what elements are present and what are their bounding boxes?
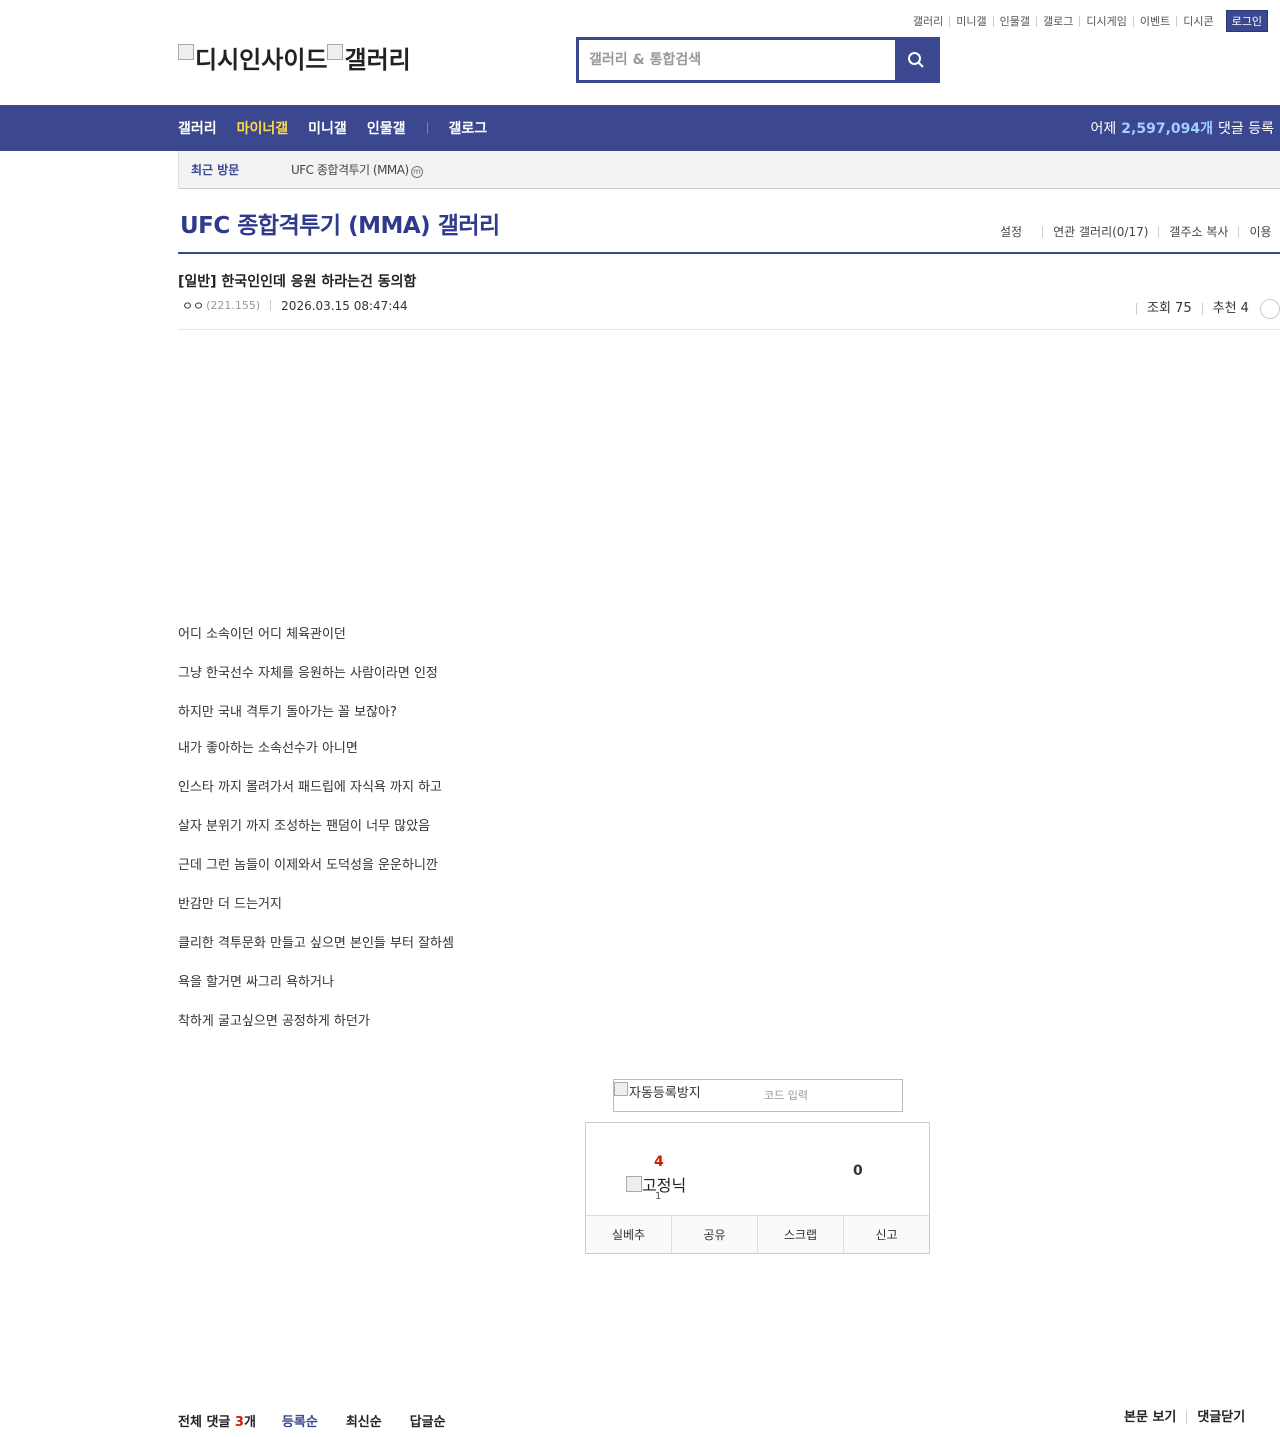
comment-count: 3 (234, 1415, 244, 1430)
meta-divider (270, 300, 272, 311)
toplink-dccon[interactable]: 디시콘 (1176, 15, 1219, 27)
close-comments-button[interactable]: 댓글닫기 (1186, 1411, 1255, 1424)
copy-gallery-url[interactable]: 갤주소 복사 (1158, 226, 1238, 238)
post-line: 클리한 격투문화 만들고 싶으면 본인들 부터 잘하셈 (178, 936, 454, 951)
recent-visits: 최근 방문 UFC 종합격투기 (MMA) m (178, 151, 1280, 189)
gallery-usage[interactable]: 이용 (1238, 226, 1280, 238)
site-logo[interactable]: 디시인사이드 갤러리 (178, 40, 411, 75)
scrap-button[interactable]: 스크랩 (757, 1216, 843, 1253)
broken-image-icon (178, 43, 194, 60)
more-options-icon[interactable] (1259, 299, 1280, 319)
post-line: 착하게 굴고싶으면 공정하게 하던가 (178, 1014, 370, 1029)
comment-total: 전체 댓글 3개 (178, 1415, 256, 1430)
logo-gallery: 갤러리 (327, 40, 411, 75)
post-divider (178, 329, 1280, 330)
post-recommends: 추천 4 (1201, 302, 1259, 315)
post-author-ip: (221.155) (206, 299, 261, 312)
search-button[interactable] (895, 40, 937, 80)
login-button[interactable]: 로그인 (1225, 10, 1268, 32)
recent-item[interactable]: UFC 종합격투기 (MMA) m (291, 161, 423, 178)
toplink-event[interactable]: 이벤트 (1132, 15, 1176, 27)
sort-replies[interactable]: 답글순 (410, 1411, 446, 1430)
search-input[interactable] (579, 40, 895, 80)
recommend-box: 4 고정닉 1 0 실베추 공유 스크랩 신고 (585, 1122, 930, 1254)
captcha-input[interactable] (764, 1080, 902, 1111)
logo-site: 디시인사이드 (178, 40, 327, 75)
post-line: 근데 그런 놈들이 이제와서 도덕성을 운운하니깐 (178, 858, 438, 873)
minor-badge-icon: m (410, 166, 423, 178)
comment-view-options: 본문 보기 댓글닫기 (1124, 1411, 1255, 1424)
broken-image-icon (626, 1176, 642, 1192)
post-line: 인스타 까지 몰려가서 패드립에 자식욕 까지 하고 (178, 780, 442, 795)
post-line: 욕을 할거면 싸그리 욕하거나 (178, 975, 334, 990)
post-meta: ㅇㅇ (221.155) 2026.03.15 08:47:44 (182, 297, 408, 314)
post-line: 반감만 더 드는거지 (178, 897, 282, 912)
nav-mini[interactable]: 미니갤 (308, 118, 347, 138)
nav-divider (427, 122, 429, 134)
post-date: 2026.03.15 08:47:44 (281, 298, 408, 313)
post-actions: 실베추 공유 스크랩 신고 (586, 1215, 929, 1253)
recommend-down-count[interactable]: 0 (853, 1163, 863, 1179)
search-icon (908, 52, 924, 68)
sort-latest[interactable]: 최신순 (346, 1411, 382, 1430)
post-line: 살자 분위기 까지 조성하는 팬덤이 너무 많았음 (178, 819, 431, 834)
captcha-box: 자동등록방지 (613, 1079, 903, 1112)
recommend-up-count: 4 (654, 1154, 664, 1170)
gallery-title[interactable]: UFC 종합격투기 (MMA) 갤러리 (180, 206, 500, 240)
nav-menu: 갤러리 마이너갤 미니갤 인물갤 갤로그 (178, 105, 507, 151)
post-title: [일반] 한국인인데 응원 하라는건 동의함 (178, 274, 417, 290)
toplink-person[interactable]: 인물갤 (992, 15, 1036, 27)
nav-minor[interactable]: 마이너갤 (237, 118, 289, 138)
post-line: 내가 좋아하는 소속선수가 아니면 (178, 741, 358, 756)
post-line: 그냥 한국선수 자체를 응원하는 사람이라면 인정 (178, 666, 438, 681)
post-author[interactable]: ㅇㅇ (182, 297, 204, 314)
related-galleries[interactable]: 연관 갤러리(0/17) (1042, 226, 1158, 238)
comment-stat: 어제 2,597,094개 댓글 등록 (1091, 105, 1274, 151)
toplink-game[interactable]: 디시게임 (1079, 15, 1132, 27)
view-post-button[interactable]: 본문 보기 (1124, 1411, 1186, 1424)
post-line: 하지만 국내 격투기 돌아가는 꼴 보잖아? (178, 705, 397, 720)
report-button[interactable]: 신고 (843, 1216, 929, 1253)
post-stats: 조회 75 추천 4 (1136, 299, 1280, 319)
broken-image-icon (614, 1082, 628, 1096)
comment-header: 전체 댓글 3개 등록순 최신순 답글순 (178, 1411, 474, 1430)
gallery-divider (178, 252, 1280, 254)
post-views: 조회 75 (1136, 302, 1202, 315)
nav-gallery[interactable]: 갤러리 (178, 118, 217, 138)
broken-image-icon (327, 43, 344, 60)
toplink-mini[interactable]: 미니갤 (949, 15, 992, 27)
best-recommend-button[interactable]: 실베추 (586, 1216, 671, 1253)
toplink-gallog[interactable]: 갤로그 (1036, 15, 1079, 27)
main-nav: 갤러리 마이너갤 미니갤 인물갤 갤로그 어제 2,597,094개 댓글 등록 (0, 105, 1280, 151)
post-body: 어디 소속이던 어디 체육관이던 그냥 한국선수 자체를 응원하는 사람이라면 … (178, 623, 454, 1049)
post-line: 어디 소속이던 어디 체육관이던 (178, 627, 346, 642)
recent-label[interactable]: 최근 방문 (191, 161, 291, 178)
comment-stat-count: 2,597,094개 (1121, 121, 1214, 137)
nav-person[interactable]: 인물갤 (367, 118, 406, 138)
sort-registered[interactable]: 등록순 (282, 1411, 318, 1430)
search-box (576, 37, 940, 83)
top-links: 갤러리 미니갤 인물갤 갤로그 디시게임 이벤트 디시콘 로그인 (907, 10, 1268, 32)
share-button[interactable]: 공유 (671, 1216, 757, 1253)
captcha-image: 자동등록방지 (614, 1080, 764, 1111)
fixnick-count: 1 (655, 1191, 662, 1202)
gallery-settings[interactable]: 설정 (1000, 226, 1032, 238)
nav-gallog[interactable]: 갤로그 (448, 118, 487, 138)
gallery-options: 설정 연관 갤러리(0/17) 갤주소 복사 이용 (1000, 226, 1280, 238)
toplink-gallery[interactable]: 갤러리 (907, 16, 949, 27)
